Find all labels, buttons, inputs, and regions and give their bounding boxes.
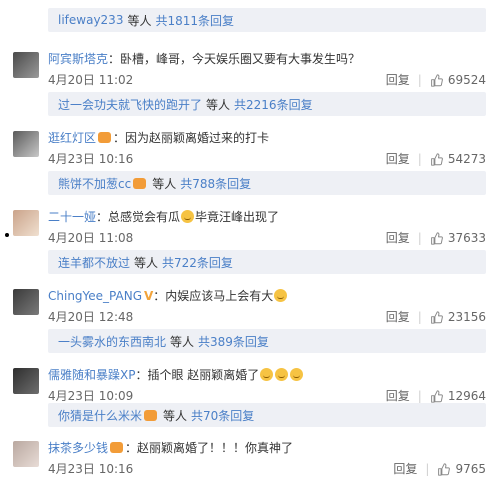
- like-count: 23156: [447, 310, 486, 324]
- reply-summary[interactable]: 一头雾水的东西南北 等人 共389条回复: [48, 329, 486, 353]
- reply-button[interactable]: 回复: [386, 309, 410, 325]
- comment-actions: 回复 | 23156: [386, 309, 486, 325]
- reply-button[interactable]: 回复: [386, 72, 410, 88]
- reply-summary-user[interactable]: 连羊都不放过: [58, 254, 130, 271]
- comment-text: ：总感觉会有瓜: [96, 210, 181, 224]
- comment-thread: lifeway233 等人 共1811条回复 阿宾斯塔克：卧槽，峰哥，今天娱乐圈…: [0, 0, 500, 480]
- comment-text-cont: 毕竟汪峰出现了: [195, 210, 280, 224]
- like-count: 37633: [447, 231, 486, 245]
- reply-summary-total[interactable]: 共2216条回复: [234, 96, 313, 113]
- member-badge-icon: [144, 409, 158, 421]
- comment-author[interactable]: 抹茶多少钱: [48, 441, 108, 455]
- reply-summary-user[interactable]: 过一会功夫就飞快的跑开了: [58, 96, 202, 113]
- reply-summary-total[interactable]: 共722条回复: [162, 254, 233, 271]
- avatar[interactable]: [13, 210, 39, 236]
- reply-summary-total[interactable]: 共389条回复: [198, 333, 269, 350]
- reply-summary-total[interactable]: 共70条回复: [191, 407, 254, 424]
- divider: |: [417, 73, 422, 87]
- comment-author[interactable]: 二十一娅: [48, 210, 96, 224]
- comment-actions: 回复 | 9765: [393, 461, 486, 477]
- comment-timestamp: 4月23日 10:16: [48, 152, 134, 166]
- thumbs-up-icon[interactable]: [430, 73, 443, 87]
- reply-summary[interactable]: lifeway233 等人 共1811条回复: [48, 8, 486, 32]
- member-badge-icon: [133, 177, 147, 189]
- comment-author[interactable]: ChingYee_PANG: [48, 289, 142, 303]
- reply-summary-user[interactable]: 你猜是什么米米: [58, 407, 142, 424]
- like-count: 69524: [447, 73, 486, 87]
- comment-actions: 回复 | 69524: [386, 72, 486, 88]
- reply-button[interactable]: 回复: [386, 151, 410, 167]
- avatar[interactable]: [13, 131, 39, 157]
- emoji-icon: [290, 368, 304, 381]
- like-count: 9765: [455, 462, 486, 476]
- comment-actions: 回复 | 12964: [386, 388, 486, 404]
- reply-summary-mid: 等人: [127, 13, 152, 28]
- emoji-icon: [181, 210, 195, 223]
- comment-line: 抹茶多少钱 ：赵丽颖离婚了！！！你真神了: [48, 440, 478, 456]
- comment-author[interactable]: 逛红灯区: [48, 131, 96, 145]
- comment-text: ：卧槽，峰哥，今天娱乐圈又要有大事发生吗？: [108, 52, 361, 66]
- avatar[interactable]: [13, 52, 39, 78]
- comment-item: 抹茶多少钱 ：赵丽颖离婚了！！！你真神了 4月23日 10:16 回复 | 9765: [0, 441, 500, 480]
- comment-author[interactable]: 儒雅随和暴躁XP: [48, 368, 135, 382]
- avatar[interactable]: [13, 368, 39, 394]
- comment-line: 儒雅随和暴躁XP：插个眼 赵丽颖离婚了: [48, 367, 478, 383]
- thumbs-up-icon[interactable]: [430, 310, 443, 324]
- comment-actions: 回复 | 54273: [386, 151, 486, 167]
- comment-timestamp: 4月23日 10:16: [48, 462, 134, 476]
- comment-timestamp: 4月20日 11:08: [48, 231, 134, 245]
- reply-summary-mid: 等人: [163, 408, 188, 423]
- reply-summary-mid: 等人: [152, 176, 177, 191]
- reply-summary-mid: 等人: [206, 97, 231, 112]
- thumbs-up-icon[interactable]: [430, 231, 443, 245]
- comment-text: ：内娱应该马上会有大: [153, 289, 274, 303]
- reply-summary[interactable]: 过一会功夫就飞快的跑开了 等人 共2216条回复: [48, 92, 486, 116]
- reply-button[interactable]: 回复: [393, 461, 417, 477]
- like-count: 54273: [447, 152, 486, 166]
- emoji-icon: [275, 368, 289, 381]
- member-badge-icon: [110, 442, 124, 453]
- comment-line: 逛红灯区 ：因为赵丽颖离婚过来的打卡: [48, 130, 478, 146]
- comment-line: ChingYee_PANG V：内娱应该马上会有大: [48, 288, 478, 304]
- comment-line: 阿宾斯塔克：卧槽，峰哥，今天娱乐圈又要有大事发生吗？: [48, 51, 478, 67]
- reply-summary-total[interactable]: 共1811条回复: [155, 12, 234, 29]
- comment-text: ：因为赵丽颖离婚过来的打卡: [113, 131, 270, 145]
- comment-timestamp: 4月20日 11:02: [48, 73, 134, 87]
- reply-summary-total[interactable]: 共788条回复: [180, 175, 251, 192]
- comment-timestamp: 4月20日 12:48: [48, 310, 134, 324]
- divider: |: [417, 389, 422, 403]
- reply-button[interactable]: 回复: [386, 388, 410, 404]
- reply-summary-mid: 等人: [170, 334, 195, 349]
- reply-summary-user[interactable]: 一头雾水的东西南北: [58, 333, 166, 350]
- emoji-icon: [274, 289, 288, 302]
- avatar[interactable]: [13, 441, 39, 467]
- reply-button[interactable]: 回复: [386, 230, 410, 246]
- reply-summary-user[interactable]: lifeway233: [58, 13, 123, 27]
- comment-line: 二十一娅：总感觉会有瓜 毕竟汪峰出现了: [48, 209, 478, 225]
- thumbs-up-icon[interactable]: [430, 389, 443, 403]
- reply-summary[interactable]: 你猜是什么米米 等人 共70条回复: [48, 403, 486, 427]
- verified-badge-icon: V: [144, 289, 154, 303]
- thumbs-up-icon[interactable]: [430, 152, 443, 166]
- reply-summary[interactable]: 连羊都不放过 等人 共722条回复: [48, 250, 486, 274]
- reply-summary-mid: 等人: [134, 255, 159, 270]
- divider: |: [417, 310, 422, 324]
- comment-text: ：赵丽颖离婚了！！！你真神了: [125, 441, 294, 455]
- comment-author[interactable]: 阿宾斯塔克: [48, 52, 108, 66]
- divider: |: [417, 231, 422, 245]
- reply-summary-user[interactable]: 熊饼不加葱cc: [58, 175, 131, 192]
- reply-summary[interactable]: 熊饼不加葱cc 等人 共788条回复: [48, 171, 486, 195]
- divider: |: [417, 152, 422, 166]
- comment-timestamp: 4月23日 10:09: [48, 389, 134, 403]
- like-count: 12964: [447, 389, 486, 403]
- comment-text: ：插个眼 赵丽颖离婚了: [135, 368, 260, 382]
- emoji-icon: [260, 368, 274, 381]
- thumbs-up-icon[interactable]: [437, 462, 451, 476]
- member-badge-icon: [98, 132, 112, 143]
- divider: |: [425, 462, 430, 476]
- comment-actions: 回复 | 37633: [386, 230, 486, 246]
- avatar[interactable]: [13, 289, 39, 315]
